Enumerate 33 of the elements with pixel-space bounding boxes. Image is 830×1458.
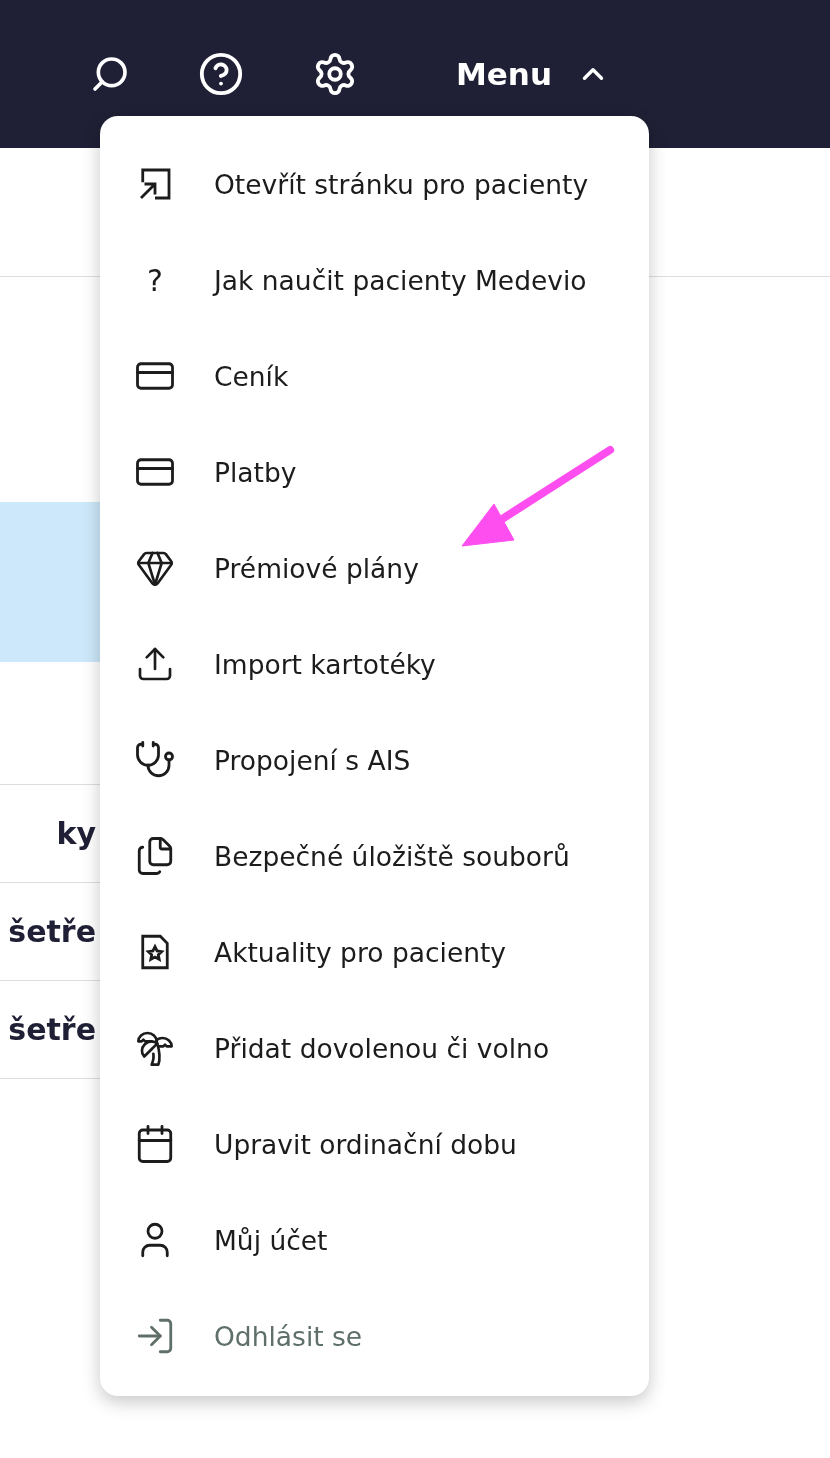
menu-label: Jak naučit pacienty Medevio	[214, 264, 587, 296]
menu-item[interactable]: Platby	[100, 424, 649, 520]
menu-label: Otevřít stránku pro pacienty	[214, 168, 589, 200]
menu-item[interactable]: Můj účet	[100, 1192, 649, 1288]
help-icon[interactable]	[198, 51, 244, 97]
menu-label: Aktuality pro pacienty	[214, 936, 507, 968]
menu-item[interactable]: Přidat dovolenou či volno	[100, 1000, 649, 1096]
menu-label: Odhlásit se	[214, 1320, 363, 1352]
menu-label: Ceník	[214, 360, 289, 392]
question-mark: ?	[146, 262, 164, 298]
menu-item[interactable]: Odhlásit se	[100, 1288, 649, 1384]
menu-label: Bezpečné úložiště souborů	[214, 840, 570, 872]
menu-label: Prémiové plány	[214, 552, 419, 584]
list-text: ky	[56, 816, 97, 851]
menu-item[interactable]: Aktuality pro pacienty	[100, 904, 649, 1000]
menu-label: Platby	[214, 456, 297, 488]
menu-button[interactable]: Menu	[456, 56, 610, 92]
menu-item[interactable]: Prémiové plány	[100, 520, 649, 616]
menu-label: Upravit ordinační dobu	[214, 1128, 517, 1160]
search-icon[interactable]	[90, 54, 130, 94]
menu-item[interactable]: ? Jak naučit pacienty Medevio	[100, 232, 649, 328]
menu-item[interactable]: Bezpečné úložiště souborů	[100, 808, 649, 904]
menu-label: Můj účet	[214, 1224, 328, 1256]
menu-item[interactable]: Import kartotéky	[100, 616, 649, 712]
menu-item[interactable]: Ceník	[100, 328, 649, 424]
list-text: šetře	[8, 914, 97, 949]
menu-item[interactable]: Otevřít stránku pro pacienty	[100, 136, 649, 232]
menu-label: Propojení s AIS	[214, 744, 411, 776]
menu-label: Přidat dovolenou či volno	[214, 1032, 550, 1064]
menu-item[interactable]: Propojení s AIS	[100, 712, 649, 808]
list-text: šetře	[8, 1012, 97, 1047]
menu-label: Import kartotéky	[214, 648, 436, 680]
menu-item[interactable]: Upravit ordinační dobu	[100, 1096, 649, 1192]
